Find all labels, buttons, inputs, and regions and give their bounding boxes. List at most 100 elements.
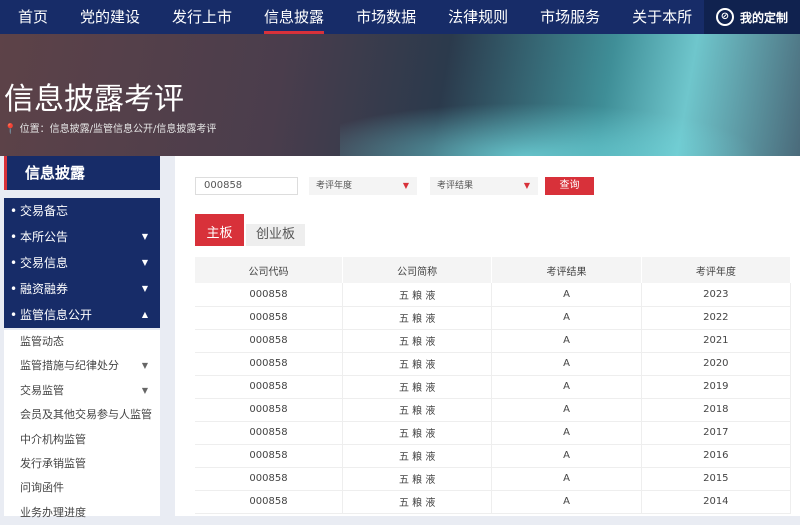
table-cell: 000858: [195, 467, 343, 491]
bullet-icon: •: [10, 256, 18, 270]
caret-icon: ▼: [141, 232, 148, 241]
sidebar-subitem[interactable]: 中介机构监管: [4, 428, 160, 452]
caret-icon: ▼: [141, 361, 148, 371]
table-row: 000858 五 粮 液 A 2014: [195, 490, 792, 514]
nav-item[interactable]: 关于本所: [618, 0, 706, 34]
chevron-down-icon: ▼: [523, 181, 530, 190]
table-cell: 2020: [641, 352, 792, 376]
sidebar-item[interactable]: • 本所公告 ▼: [4, 224, 160, 250]
table-cell: 2021: [641, 329, 792, 353]
sidebar-subitem[interactable]: 监管措施与纪律处分 ▼: [4, 354, 160, 378]
table-row: 000858 五 粮 液 A 2023: [195, 283, 792, 307]
query-button[interactable]: 查询: [545, 177, 594, 195]
tab-gem-board[interactable]: 创业板: [246, 224, 305, 246]
table-cell: 2015: [641, 467, 792, 491]
table-cell: A: [491, 398, 642, 422]
table-cell: 2017: [641, 421, 792, 445]
table-cell: 五 粮 液: [342, 329, 493, 353]
table-cell: 2023: [641, 283, 792, 307]
table-cell: 2016: [641, 444, 792, 468]
sidebar-item[interactable]: • 交易备忘: [4, 198, 160, 224]
table-cell: 000858: [195, 329, 343, 353]
result-select[interactable]: 考评结果 ▼: [430, 177, 538, 195]
main-panel: 000858 考评年度 ▼ 考评结果 ▼ 查询 主板 创业板 公司代码 公司简称 考评结…: [175, 156, 800, 516]
table-cell: 000858: [195, 444, 343, 468]
year-select[interactable]: 考评年度 ▼: [309, 177, 417, 195]
table-cell: 五 粮 液: [342, 375, 493, 399]
nav-item[interactable]: 首页: [4, 0, 62, 34]
bullet-icon: •: [10, 204, 18, 218]
caret-icon: ▲: [141, 310, 148, 319]
table-cell: 五 粮 液: [342, 490, 493, 514]
table-cell: 000858: [195, 283, 343, 307]
nav-item[interactable]: 市场服务: [526, 0, 614, 34]
breadcrumb: 📍 位置：信息披露/监管信息公开/信息披露考评: [4, 124, 217, 135]
caret-icon: ▼: [141, 385, 148, 395]
sidebar-subitem[interactable]: 会员及其他交易参与人监管: [4, 403, 160, 427]
nav-item[interactable]: 党的建设: [66, 0, 154, 34]
page-title: 信息披露考评: [4, 82, 184, 117]
banner: 信息披露考评 📍 位置：信息披露/监管信息公开/信息披露考评: [0, 34, 800, 156]
table-cell: A: [491, 421, 642, 445]
location-pin-icon: 📍: [4, 124, 20, 135]
table-cell: 五 粮 液: [342, 283, 493, 307]
bullet-icon: •: [10, 230, 18, 244]
table-cell: 000858: [195, 375, 343, 399]
sidebar-subitem[interactable]: 监管动态: [4, 330, 160, 354]
rating-table: 公司代码 公司简称 考评结果 考评年度 000858 五 粮 液 A 2023 000858 五 …: [195, 257, 792, 514]
table-cell: 五 粮 液: [342, 467, 493, 491]
table-cell: 五 粮 液: [342, 444, 493, 468]
table-cell: 000858: [195, 352, 343, 376]
sidebar-subnav: 监管动态 监管措施与纪律处分 ▼ 交易监管 ▼ 会员及其他交易参与人监管 中介机构监管 发行承…: [4, 330, 160, 519]
sidebar-nav: • 交易备忘 • 本所公告 ▼ • 交易信息 ▼ • 融资融券 ▼ • 监管信息公开 ▲: [4, 198, 160, 328]
table-cell: 000858: [195, 490, 343, 514]
table-cell: A: [491, 306, 642, 330]
table-cell: 000858: [195, 398, 343, 422]
table-cell: 2014: [641, 490, 792, 514]
top-nav: 首页 党的建设 发行上市 信息披露 市场数据 法律规则 市场服务 关于本所: [0, 0, 800, 34]
caret-icon: ▼: [141, 284, 148, 293]
sidebar-subitem[interactable]: 问询函件: [4, 476, 160, 500]
sidebar-item[interactable]: • 交易信息 ▼: [4, 250, 160, 276]
table-cell: A: [491, 375, 642, 399]
stock-code-input[interactable]: 000858: [195, 177, 298, 195]
nav-item[interactable]: 法律规则: [434, 0, 522, 34]
table-cell: 2022: [641, 306, 792, 330]
compass-icon: ⊘: [715, 8, 734, 26]
column-header: 考评年度: [641, 257, 792, 283]
nav-item[interactable]: 信息披露: [250, 0, 338, 34]
bullet-icon: •: [10, 308, 18, 322]
bullet-icon: •: [10, 282, 18, 296]
table-cell: A: [491, 490, 642, 514]
table-row: 000858 五 粮 液 A 2015: [195, 467, 792, 491]
table-cell: 五 粮 液: [342, 398, 493, 422]
table-row: 000858 五 粮 液 A 2021: [195, 329, 792, 353]
table-row: 000858 五 粮 液 A 2020: [195, 352, 792, 376]
table-cell: A: [491, 283, 642, 307]
sidebar-subitem[interactable]: 发行承销监管: [4, 452, 160, 476]
table-row: 000858 五 粮 液 A 2018: [195, 398, 792, 422]
table-cell: 五 粮 液: [342, 352, 493, 376]
table-cell: A: [491, 467, 642, 491]
nav-item[interactable]: 市场数据: [342, 0, 430, 34]
column-header: 考评结果: [491, 257, 642, 283]
sidebar-item[interactable]: • 监管信息公开 ▲: [4, 302, 160, 328]
sidebar-subitem[interactable]: 交易监管 ▼: [4, 379, 160, 403]
column-header: 公司代码: [195, 257, 343, 283]
table-cell: 五 粮 液: [342, 306, 493, 330]
sidebar-subitem[interactable]: 业务办理进度: [4, 501, 160, 525]
table-cell: A: [491, 329, 642, 353]
chevron-down-icon: ▼: [402, 181, 409, 190]
nav-item[interactable]: 发行上市: [158, 0, 246, 34]
table-cell: 000858: [195, 421, 343, 445]
tab-main-board[interactable]: 主板: [195, 214, 244, 246]
sidebar-title: 信息披露: [4, 156, 160, 190]
sidebar-item[interactable]: • 融资融券 ▼: [4, 276, 160, 302]
table-cell: 2019: [641, 375, 792, 399]
my-custom-button[interactable]: ⊘ 我的定制: [704, 0, 800, 34]
table-cell: A: [491, 444, 642, 468]
table-row: 000858 五 粮 液 A 2022: [195, 306, 792, 330]
column-header: 公司简称: [342, 257, 493, 283]
table-cell: 000858: [195, 306, 343, 330]
caret-icon: ▼: [141, 258, 148, 267]
